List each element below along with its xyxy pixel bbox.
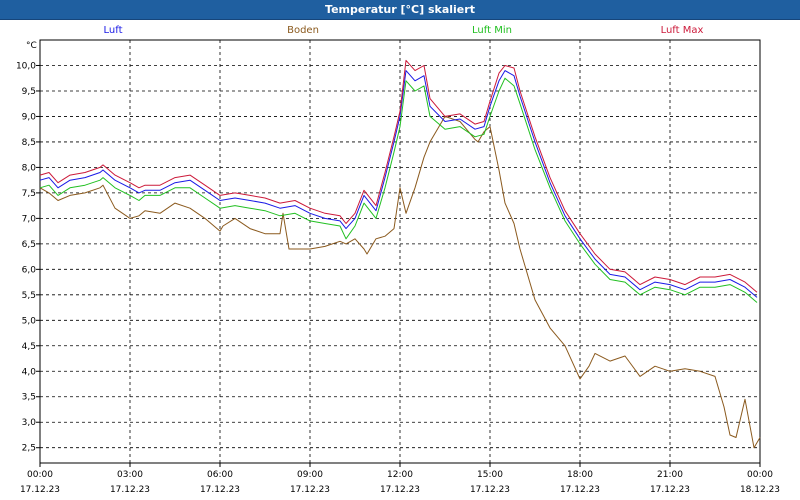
x-tick-date: 18.12.23: [740, 485, 780, 495]
x-tick-date: 17.12.23: [20, 485, 60, 495]
x-tick-date: 17.12.23: [200, 485, 240, 495]
series-line-luft: [39, 70, 758, 298]
y-tick-label: 2,5: [22, 444, 36, 454]
y-axis-label: °C: [26, 41, 37, 51]
y-tick-label: 4,0: [22, 367, 37, 377]
y-tick-label: 8,5: [22, 138, 36, 148]
x-tick-time: 03:00: [117, 470, 143, 480]
x-tick-date: 17.12.23: [290, 485, 330, 495]
y-tick-label: 9,0: [22, 112, 37, 122]
y-tick-label: 7,5: [22, 189, 36, 199]
y-ticks: 2,5 3,0 3,5 4,0 4,5 5,0 5,5 6,0 6,5 7,0 7,5 8,0 8,5 9…: [16, 61, 40, 454]
x-tick-time: 00:00: [27, 470, 53, 480]
y-tick-label: 10,0: [16, 61, 36, 71]
y-tick-label: 6,5: [22, 240, 36, 250]
x-tick-date: 17.12.23: [470, 485, 510, 495]
x-tick-time: 00:00: [747, 470, 773, 480]
grid: [40, 40, 760, 463]
x-tick-time: 21:00: [657, 470, 683, 480]
x-tick-date: 17.12.23: [560, 485, 600, 495]
y-tick-label: 9,5: [22, 87, 36, 97]
y-tick-label: 8,0: [22, 163, 37, 173]
y-tick-label: 6,0: [22, 265, 37, 275]
x-tick-time: 09:00: [297, 470, 323, 480]
x-tick-time: 18:00: [567, 470, 593, 480]
x-ticks: 00:00 17.12.23 03:00 17.12.23 06:00 17.12.23 0…: [20, 463, 780, 495]
y-tick-label: 7,0: [22, 214, 37, 224]
x-tick-date: 17.12.23: [110, 485, 150, 495]
y-tick-label: 4,5: [22, 342, 36, 352]
series-line-luft-max: [39, 59, 758, 293]
x-tick-date: 17.12.23: [380, 485, 420, 495]
y-tick-label: 3,5: [22, 393, 36, 403]
x-tick-date: 17.12.23: [650, 485, 690, 495]
y-tick-label: 5,0: [22, 316, 37, 326]
y-tick-label: 3,0: [22, 418, 37, 428]
y-tick-label: 5,5: [22, 291, 36, 301]
temperature-chart: °C 2,5 3,0 3,5 4,0 4,5 5,0 5,5 6,0 6,5 7,0 7,5 8,0 8…: [16, 39, 780, 495]
x-tick-time: 06:00: [207, 470, 233, 480]
x-tick-time: 12:00: [387, 470, 413, 480]
x-tick-time: 15:00: [477, 470, 503, 480]
